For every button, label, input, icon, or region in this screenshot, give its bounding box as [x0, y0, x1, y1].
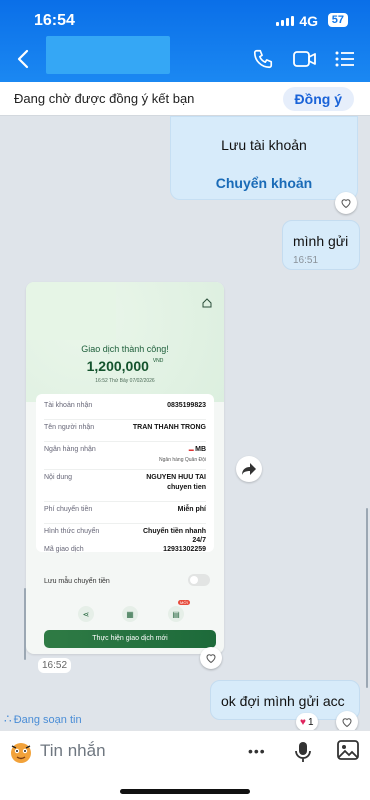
receipt-details: Tài khoản nhận 0835199823 Tên người nhận… [36, 394, 214, 552]
row-value: ▬ MB [189, 446, 206, 453]
receipt-row: Tên người nhận TRAN THANH TRONG [44, 424, 206, 442]
typing-indicator: ∴ Đang soạn tin [4, 712, 82, 726]
save-template-toggle [188, 574, 210, 586]
row-subvalue: 24/7 [192, 537, 206, 544]
save-template-label: Lưu mẫu chuyển tiền [44, 578, 110, 585]
new-badge: MỚI [178, 600, 190, 605]
sticker-icon[interactable] [8, 739, 34, 765]
row-subvalue: chuyen tien [167, 484, 206, 491]
reaction-badge[interactable]: ♥ 1 [296, 713, 318, 731]
row-value: NGUYEN HUU TAI [146, 474, 206, 481]
image-gallery-icon[interactable] [336, 739, 360, 761]
row-value: 0835199823 [167, 402, 206, 409]
message-text: ok đợi mình gửi acc [221, 693, 345, 709]
battery-indicator: 57 [327, 13, 348, 27]
message-time: 16:51 [293, 255, 319, 266]
save-account-button[interactable]: Lưu tài khoản [171, 137, 357, 153]
more-options-icon[interactable]: ••• [248, 743, 266, 759]
message-input[interactable]: Tin nhắn [40, 741, 106, 761]
status-bar: 16:54 4G 57 [0, 10, 370, 32]
signal-icon [276, 16, 294, 26]
row-label: Hình thức chuyển [44, 528, 100, 535]
row-label: Tài khoản nhận [44, 402, 93, 409]
list-icon[interactable] [334, 48, 356, 70]
row-value: Chuyển tiền nhanh [143, 528, 206, 535]
share-icon: ⋖ [78, 606, 94, 622]
typing-dots-icon: ∴ [4, 712, 12, 726]
forward-icon[interactable] [236, 456, 262, 482]
received-time: 16:52 [38, 658, 72, 673]
friend-request-bar: Đang chờ được đồng ý kết bạn Đồng ý [0, 82, 370, 116]
row-value: 12931302259 [163, 546, 206, 553]
receipt-row: Phí chuyển tiền Miễn phí [44, 506, 206, 524]
row-label: Phí chuyển tiền [44, 506, 93, 513]
row-value: TRAN THANH TRONG [132, 424, 206, 431]
phone-icon[interactable] [252, 48, 274, 70]
bank-account-card: Lưu tài khoản Chuyển khoản [170, 116, 358, 200]
video-icon[interactable] [292, 48, 318, 70]
amount-value: 1,200,000 [86, 358, 149, 374]
sent-message-bubble[interactable]: ok đợi mình gửi acc [210, 680, 360, 720]
new-transaction-button: Thực hiện giao dịch mới [44, 630, 216, 648]
amount-currency: VND [152, 358, 164, 364]
receipt-success-text: Giao dịch thành công! [81, 344, 169, 354]
contact-name-redacted[interactable] [46, 36, 170, 74]
home-indicator [120, 789, 250, 794]
receipt-row: Ngân hàng nhận ▬ MB Ngân hàng Quân Đội [44, 446, 206, 470]
back-arrow-icon[interactable] [14, 48, 34, 70]
receipt-row: Mã giao dịch 12931302259 [44, 546, 206, 562]
chat-header: 16:54 4G 57 [0, 0, 370, 82]
transfer-link[interactable]: Chuyển khoản [171, 175, 357, 191]
scrollbar-left [24, 588, 26, 660]
receipt-datetime: 16:52 Thứ Bảy 07/02/2026 [95, 378, 155, 384]
row-label: Nội dung [44, 474, 73, 481]
row-label: Tên người nhận [44, 424, 95, 431]
react-heart-icon[interactable] [200, 647, 222, 669]
network-type: 4G [299, 13, 318, 29]
typing-text: Đang soạn tin [13, 714, 82, 726]
receipt-amount: 1,200,000 VND [26, 358, 224, 374]
bank-code: MB [195, 446, 206, 453]
receipt-row: Tài khoản nhận 0835199823 [44, 402, 206, 420]
sent-message-bubble[interactable]: mình gửi 16:51 [282, 220, 360, 270]
message-input-bar: Tin nhắn ••• [0, 730, 370, 800]
accept-friend-button[interactable]: Đồng ý [282, 87, 354, 111]
save-image-icon: ▤ [168, 606, 184, 622]
receipt-blurred-area [26, 282, 116, 340]
scrollbar-right[interactable] [366, 508, 368, 688]
heart-filled-icon: ♥ [300, 716, 306, 728]
receipt-row: Nội dung NGUYEN HUU TAI chuyen tien [44, 474, 206, 502]
reaction-count: 1 [307, 716, 314, 728]
react-heart-icon[interactable] [335, 192, 357, 214]
transfer-receipt-image[interactable]: Giao dịch thành công! 1,200,000 VND 16:5… [26, 282, 224, 654]
home-icon [202, 298, 212, 308]
row-value: Miễn phí [177, 506, 206, 513]
status-time: 16:54 [34, 12, 75, 29]
message-text: mình gửi [293, 233, 349, 249]
row-subvalue: Ngân hàng Quân Đội [159, 457, 206, 463]
qr-icon: ▦ [122, 606, 138, 622]
microphone-icon[interactable] [294, 740, 312, 764]
row-label: Ngân hàng nhận [44, 446, 96, 453]
row-label: Mã giao dịch [44, 546, 84, 553]
friend-request-text: Đang chờ được đồng ý kết bạn [14, 91, 195, 106]
